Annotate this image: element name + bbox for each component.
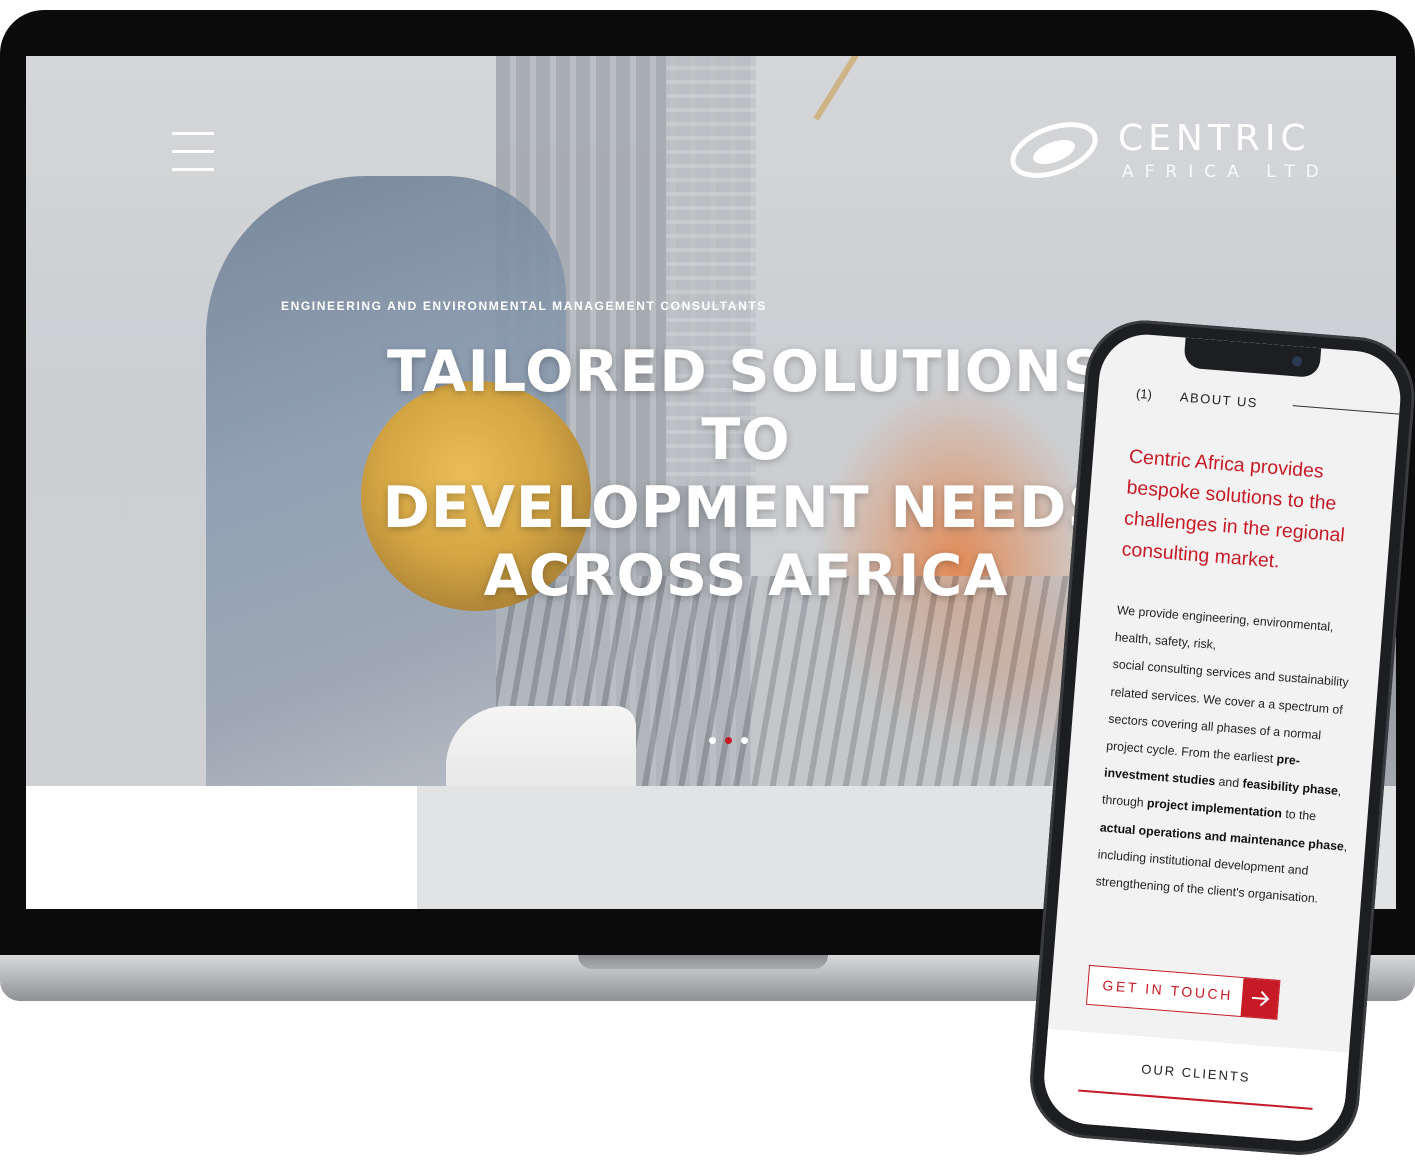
hero-title-line: DEVELOPMENT NEEDS: [382, 475, 1110, 541]
cta-arrow-box: [1240, 978, 1280, 1019]
hero-kicker: ENGINEERING AND ENVIRONMENTAL MANAGEMENT…: [281, 299, 767, 313]
logo-name: CENTRIC: [1118, 118, 1311, 159]
centric-logo-mark-icon: [1010, 122, 1098, 178]
body-bold: project implementation: [1146, 796, 1283, 821]
hamburger-icon: [172, 132, 214, 135]
site-logo[interactable]: CENTRIC AFRICA LTD: [1008, 118, 1338, 188]
about-body: We provide engineering, environmental, h…: [1095, 597, 1368, 915]
section-number: (1): [1135, 385, 1153, 403]
slider-dot[interactable]: [741, 737, 748, 744]
about-heading: Centric Africa provides bespoke solution…: [1120, 445, 1346, 573]
laptop-hinge-notch: [578, 955, 828, 969]
slider-dot[interactable]: [709, 737, 716, 744]
body-text: social consulting services and sustainab…: [1105, 657, 1350, 767]
body-text: and: [1214, 774, 1244, 791]
get-in-touch-button[interactable]: GET IN TOUCH: [1085, 964, 1281, 1020]
body-bold: feasibility phase: [1241, 776, 1339, 799]
logo-subtitle: AFRICA LTD: [1122, 162, 1330, 182]
hamburger-menu-button[interactable]: [172, 132, 214, 172]
body-text: to the: [1281, 807, 1317, 824]
mobile-device: (1) ABOUT US Centric Africa provides bes…: [1025, 316, 1415, 1160]
slider-dot-active[interactable]: [725, 737, 732, 744]
mobile-website: (1) ABOUT US Centric Africa provides bes…: [1040, 331, 1404, 1145]
hero-slider-dots: [709, 737, 759, 747]
hamburger-icon-bar: [172, 168, 214, 171]
body-text: We provide engineering, environmental, h…: [1114, 603, 1335, 653]
hero-title: TAILORED SOLUTIONS TO DEVELOPMENT NEEDS …: [346, 338, 1146, 610]
hero-title-line: TAILORED SOLUTIONS TO: [387, 339, 1105, 473]
section-label: ABOUT US: [1179, 389, 1259, 411]
hero-title-line: ACROSS AFRICA: [483, 543, 1009, 609]
arrow-right-icon: [1251, 990, 1270, 1007]
cta-label: GET IN TOUCH: [1101, 977, 1234, 1004]
content-panel-left: [26, 786, 417, 909]
body-bold: actual operations and maintenance phase: [1099, 820, 1345, 854]
hamburger-icon-bar: [172, 150, 214, 153]
section-divider: [1292, 405, 1403, 415]
camera-icon: [1291, 356, 1303, 367]
